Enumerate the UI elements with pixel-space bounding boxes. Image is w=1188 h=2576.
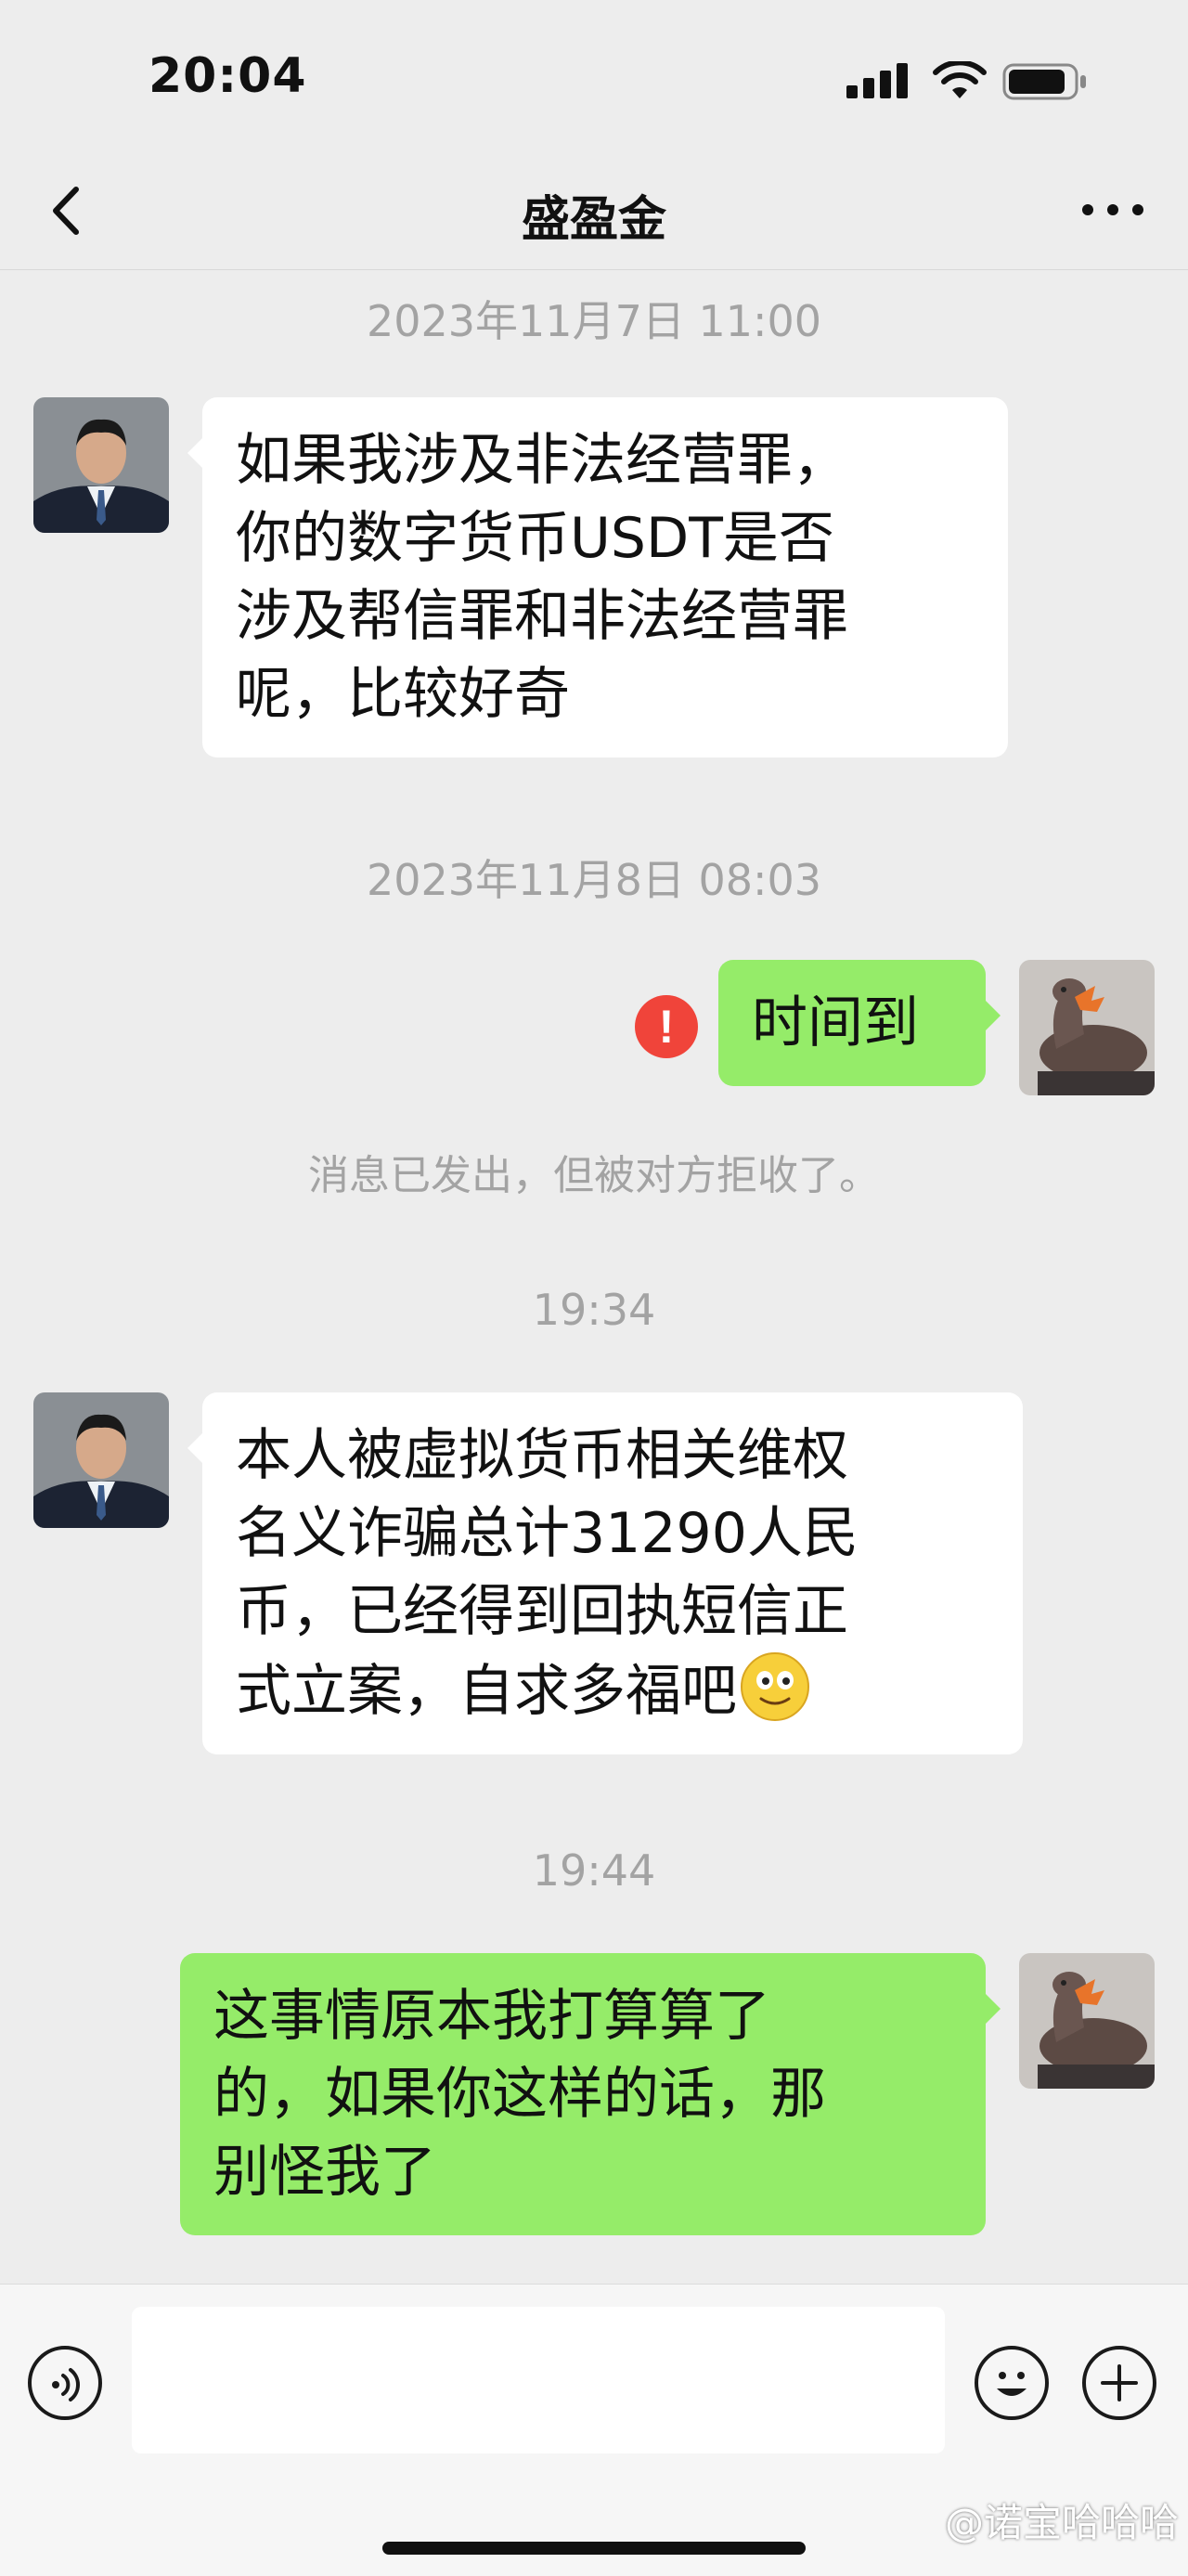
- smile-emoji-icon: [741, 1652, 809, 1721]
- more-icon[interactable]: [1071, 182, 1155, 238]
- timestamp: 19:44: [532, 1845, 656, 1896]
- message-line: 本人被虚拟货币相关维权: [236, 1423, 848, 1488]
- timestamp: 2023年11月7日 11:00: [366, 296, 822, 346]
- message-line: 的，如果你这样的话，那: [213, 2062, 826, 2127]
- message-line: 别怪我了: [213, 2140, 436, 2205]
- timestamp: 2023年11月8日 08:03: [366, 855, 822, 905]
- sent-message[interactable]: 时间到: [718, 960, 1001, 1086]
- wifi-icon: [933, 61, 987, 98]
- watermark: @诺宝哈哈哈: [944, 2500, 1179, 2545]
- emoji-icon[interactable]: [975, 2346, 1049, 2420]
- my-avatar[interactable]: [1019, 1953, 1155, 2089]
- my-avatar[interactable]: [1019, 960, 1155, 1095]
- timestamp: 19:34: [532, 1285, 656, 1335]
- message-line: 这事情原本我打算算了: [213, 1984, 770, 2049]
- status-icons: [846, 61, 1088, 102]
- message-input[interactable]: [132, 2307, 945, 2453]
- received-message[interactable]: 本人被虚拟货币相关维权 名义诈骗总计31290人民 币，已经得到回执短信正 式立…: [187, 1392, 1023, 1754]
- voice-icon[interactable]: [28, 2346, 102, 2420]
- home-indicator[interactable]: [382, 2542, 806, 2555]
- rejected-notice: 消息已发出，但被对方拒收了。: [308, 1152, 880, 1199]
- contact-avatar[interactable]: [33, 1392, 169, 1528]
- signal-icon: [846, 61, 911, 102]
- received-message[interactable]: 如果我涉及非法经营罪， 你的数字货币USDT是否 涉及帮信罪和非法经营罪 呢，比…: [187, 397, 1008, 757]
- chat-title: 盛盈金: [521, 192, 666, 248]
- sent-message[interactable]: 这事情原本我打算算了 的，如果你这样的话，那 别怪我了: [180, 1953, 1001, 2235]
- message-line: 如果我涉及非法经营罪，: [236, 428, 848, 493]
- message-line: 涉及帮信罪和非法经营罪: [236, 584, 848, 649]
- plus-icon[interactable]: [1082, 2346, 1156, 2420]
- message-line: 你的数字货币USDT是否: [236, 506, 834, 571]
- battery-icon: [1002, 63, 1086, 100]
- message-line: 币，已经得到回执短信正: [236, 1579, 848, 1644]
- chat-header: 盛盈金: [0, 158, 1188, 270]
- message-line: 式立案，自求多福吧: [236, 1659, 737, 1724]
- message-line: 时间到: [752, 990, 919, 1055]
- send-failed-icon[interactable]: !: [635, 995, 698, 1058]
- contact-avatar[interactable]: [33, 397, 169, 533]
- message-line: 名义诈骗总计31290人民: [236, 1501, 859, 1566]
- message-line: 呢，比较好奇: [236, 662, 570, 727]
- status-time: 20:04: [148, 48, 307, 104]
- status-bar: 20:04: [0, 0, 1188, 158]
